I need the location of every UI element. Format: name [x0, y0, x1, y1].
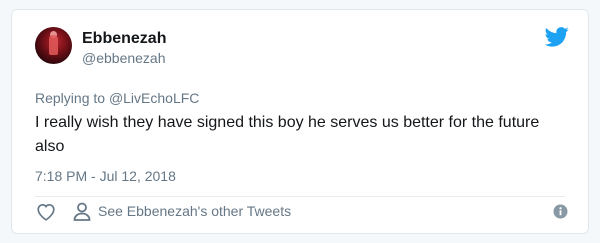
tweet-text: I really wish they have signed this boy …	[35, 114, 540, 155]
tweet-card: Ebbenezah @ebbenezah Replying to @LivEch…	[11, 9, 589, 234]
avatar[interactable]	[35, 27, 72, 64]
author-handle[interactable]: @ebbenezah	[82, 50, 166, 66]
author-name[interactable]: Ebbenezah	[82, 30, 166, 48]
replying-mention-link[interactable]: @LivEchoLFC	[109, 90, 199, 106]
tweet-timestamp[interactable]: 7:18 PM - Jul 12, 2018	[35, 168, 176, 184]
avatar-figure-body	[49, 35, 58, 55]
heart-icon[interactable]	[36, 203, 56, 221]
see-other-tweets-link[interactable]: See Ebbenezah's other Tweets	[98, 203, 291, 219]
person-icon[interactable]	[73, 202, 91, 221]
twitter-bird-icon[interactable]	[545, 27, 569, 47]
info-icon[interactable]	[553, 204, 568, 219]
replying-prefix: Replying to	[35, 90, 109, 106]
replying-to: Replying to @LivEchoLFC	[35, 90, 199, 106]
divider	[35, 196, 565, 197]
